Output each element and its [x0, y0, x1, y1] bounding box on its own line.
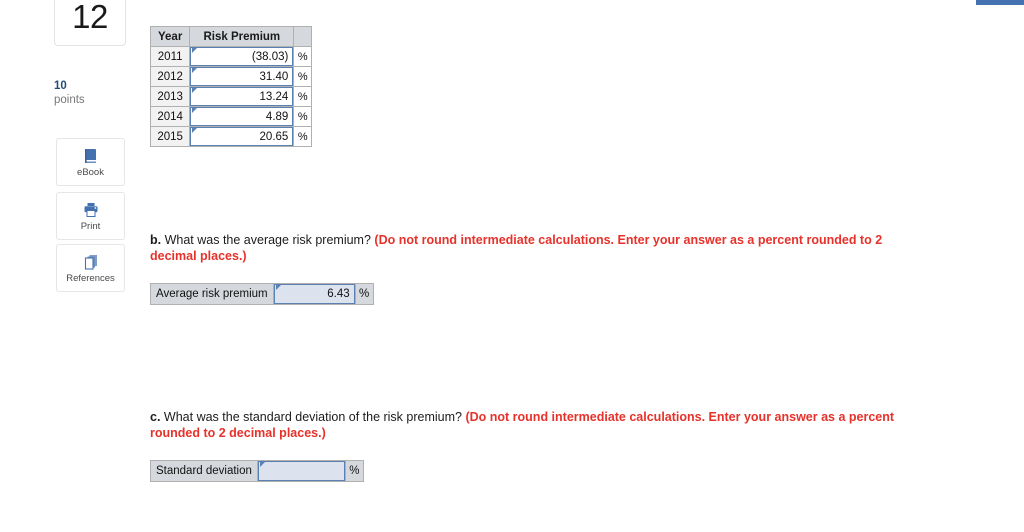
average-risk-premium-label: Average risk premium: [150, 283, 274, 305]
risk-premium-input-2013[interactable]: 13.24: [190, 87, 294, 106]
unit-cell: %: [293, 106, 313, 127]
table-row: 2014 4.89 %: [149, 106, 313, 127]
question-b-text: b. What was the average risk premium? (D…: [150, 233, 925, 264]
year-cell: 2014: [149, 106, 191, 127]
column-header-unit: [293, 26, 313, 47]
average-risk-premium-field: 6.43: [272, 283, 356, 305]
question-c-label: c.: [150, 410, 161, 424]
standard-deviation-field: [256, 460, 346, 482]
risk-premium-input-2012[interactable]: 31.40: [190, 67, 294, 86]
unit-cell: %: [293, 66, 313, 87]
column-header-risk-premium: Risk Premium: [189, 26, 295, 47]
year-cell: 2013: [149, 86, 191, 107]
average-risk-premium-unit: %: [354, 283, 374, 305]
question-content: Year Risk Premium 2011 (38.03) % 2012 31…: [0, 0, 1024, 532]
answer-row: Average risk premium 6.43 %: [150, 283, 374, 305]
column-header-year: Year: [149, 26, 191, 47]
standard-deviation-unit: %: [344, 460, 364, 482]
year-cell: 2012: [149, 66, 191, 87]
table-header-row: Year Risk Premium: [149, 26, 313, 47]
risk-premium-cell: 4.89: [189, 106, 295, 127]
average-risk-premium-answer-table: Average risk premium 6.43 %: [150, 283, 374, 305]
average-risk-premium-input[interactable]: 6.43: [273, 284, 355, 304]
question-b-prompt: What was the average risk premium?: [164, 233, 371, 247]
unit-cell: %: [293, 86, 313, 107]
question-c-text: c. What was the standard deviation of th…: [150, 410, 935, 441]
unit-cell: %: [293, 46, 313, 67]
year-cell: 2011: [149, 46, 191, 67]
table-row: 2012 31.40 %: [149, 66, 313, 87]
risk-premium-input-2015[interactable]: 20.65: [190, 127, 294, 146]
question-b-label: b.: [150, 233, 162, 247]
standard-deviation-label: Standard deviation: [150, 460, 258, 482]
table-row: 2013 13.24 %: [149, 86, 313, 107]
table-row: 2011 (38.03) %: [149, 46, 313, 67]
risk-premium-cell: 20.65: [189, 126, 295, 147]
risk-premium-cell: 13.24: [189, 86, 295, 107]
year-cell: 2015: [149, 126, 191, 147]
risk-premium-cell: 31.40: [189, 66, 295, 87]
risk-premium-cell: (38.03): [189, 46, 295, 67]
risk-premium-input-2011[interactable]: (38.03): [190, 47, 294, 66]
answer-row: Standard deviation %: [150, 460, 364, 482]
unit-cell: %: [293, 126, 313, 147]
standard-deviation-answer-table: Standard deviation %: [150, 460, 364, 482]
table-row: 2015 20.65 %: [149, 126, 313, 147]
standard-deviation-input[interactable]: [257, 461, 345, 481]
question-c-prompt: What was the standard deviation of the r…: [163, 410, 462, 424]
risk-premium-table: Year Risk Premium 2011 (38.03) % 2012 31…: [149, 26, 313, 147]
risk-premium-input-2014[interactable]: 4.89: [190, 107, 294, 126]
